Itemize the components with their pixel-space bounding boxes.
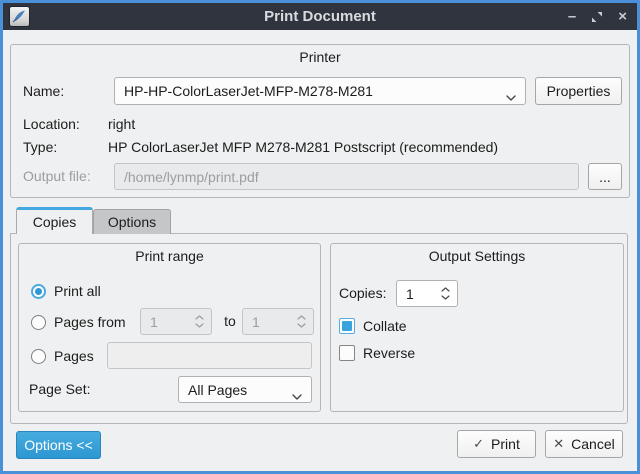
printer-name-label: Name:	[23, 77, 64, 105]
tab-options[interactable]: Options	[93, 209, 171, 234]
page-from-value: 1	[150, 314, 158, 330]
print-dialog-window: Print Document – × Printer Name: HP-HP-C…	[0, 0, 640, 474]
print-button-label: Print	[491, 436, 520, 452]
tab-copies[interactable]: Copies	[16, 207, 93, 234]
output-file-value: /home/lynmp/print.pdf	[124, 169, 259, 185]
cross-icon: ✕	[553, 436, 564, 452]
window-title: Print Document	[3, 8, 637, 25]
output-settings-group-title: Output Settings	[331, 248, 623, 264]
page-to-spinner: 1	[242, 308, 314, 335]
printer-group: Printer Name: HP-HP-ColorLaserJet-MFP-M2…	[10, 44, 630, 198]
chevron-down-icon	[292, 387, 302, 403]
copies-value: 1	[406, 286, 414, 302]
check-icon: ✓	[473, 436, 484, 452]
type-label: Type:	[23, 139, 57, 155]
page-set-select[interactable]: All Pages	[178, 376, 312, 403]
minimize-button[interactable]: –	[568, 9, 576, 24]
properties-button[interactable]: Properties	[535, 77, 622, 105]
collate-label[interactable]: Collate	[363, 318, 407, 334]
spinner-arrows-icon	[297, 315, 306, 328]
pages-radio[interactable]	[31, 349, 46, 364]
collate-checkbox[interactable]	[339, 318, 355, 334]
to-label: to	[220, 308, 240, 335]
page-to-value: 1	[252, 314, 260, 330]
spinner-arrows-icon[interactable]	[441, 287, 450, 300]
options-toggle-button[interactable]: Options <<	[16, 431, 101, 459]
print-all-label[interactable]: Print all	[54, 284, 101, 299]
page-set-value: All Pages	[188, 382, 247, 398]
options-toggle-label: Options <<	[24, 437, 93, 453]
print-button[interactable]: ✓ Print	[457, 430, 536, 458]
print-all-radio[interactable]	[31, 284, 46, 299]
printer-group-title: Printer	[11, 49, 629, 65]
output-file-label: Output file:	[23, 163, 91, 190]
app-icon	[10, 7, 29, 26]
tab-options-label: Options	[108, 214, 156, 230]
type-value: HP ColorLaserJet MFP M278-M281 Postscrip…	[108, 139, 498, 155]
reverse-checkbox[interactable]	[339, 345, 355, 361]
page-set-label: Page Set:	[29, 376, 91, 403]
browse-button-label: ...	[599, 169, 611, 185]
properties-button-label: Properties	[547, 83, 611, 99]
output-settings-group: Output Settings Copies: 1 Collate Revers…	[330, 243, 624, 412]
reverse-label[interactable]: Reverse	[363, 345, 415, 361]
pages-from-label[interactable]: Pages from	[54, 315, 126, 330]
location-value: right	[108, 116, 135, 132]
print-range-group-title: Print range	[19, 248, 320, 264]
printer-name-select[interactable]: HP-HP-ColorLaserJet-MFP-M278-M281	[114, 77, 526, 105]
maximize-icon	[591, 11, 603, 23]
location-label: Location:	[23, 116, 80, 132]
pages-range-input	[107, 342, 312, 369]
pages-label[interactable]: Pages	[54, 349, 94, 364]
pages-from-radio[interactable]	[31, 315, 46, 330]
tab-copies-label: Copies	[33, 214, 77, 230]
output-file-input: /home/lynmp/print.pdf	[114, 163, 579, 190]
cancel-button[interactable]: ✕ Cancel	[545, 430, 623, 458]
page-from-spinner: 1	[140, 308, 212, 335]
cancel-button-label: Cancel	[571, 436, 615, 452]
print-range-group: Print range Print all Pages from 1 to 1 …	[18, 243, 321, 412]
chevron-down-icon	[506, 88, 516, 104]
browse-button[interactable]: ...	[588, 163, 622, 190]
window-controls: – ×	[568, 3, 627, 30]
copies-label: Copies:	[339, 280, 386, 307]
titlebar: Print Document – ×	[3, 3, 637, 30]
close-button[interactable]: ×	[618, 9, 627, 24]
spinner-arrows-icon	[195, 315, 204, 328]
maximize-button[interactable]	[591, 11, 603, 23]
printer-name-value: HP-HP-ColorLaserJet-MFP-M278-M281	[124, 83, 373, 99]
copies-spinner[interactable]: 1	[396, 280, 458, 307]
